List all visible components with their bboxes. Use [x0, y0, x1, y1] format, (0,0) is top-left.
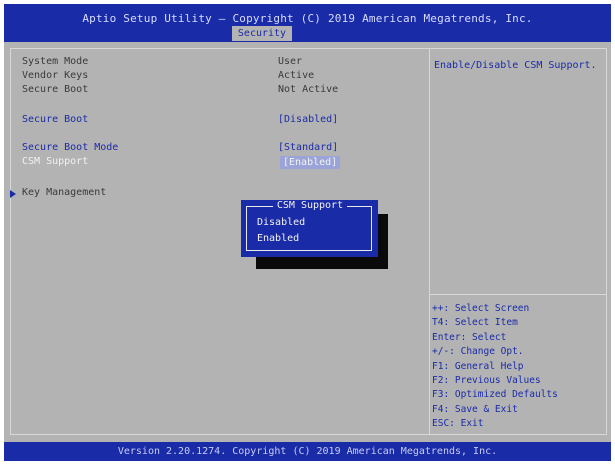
- csm-support-label[interactable]: CSM Support: [22, 156, 88, 167]
- key-management-item[interactable]: Key Management: [22, 187, 106, 198]
- popup-title-text: CSM Support: [272, 200, 348, 211]
- key-legend: ++: Select Screen T4: Select Item Enter:…: [432, 302, 558, 432]
- help-divider: [429, 294, 606, 295]
- key-hint: ESC: Exit: [432, 418, 484, 430]
- key-hint: Enter: Select: [432, 331, 507, 343]
- submenu-arrow-icon: [10, 190, 16, 198]
- secure-boot-label[interactable]: Secure Boot: [22, 114, 88, 125]
- system-mode-label: System Mode: [22, 56, 89, 67]
- popup-option-enabled[interactable]: Enabled: [257, 233, 299, 244]
- key-hint: F1: General Help: [432, 360, 524, 372]
- bios-screen: Aptio Setup Utility – Copyright (C) 2019…: [4, 4, 611, 461]
- popup-border: CSM Support Disabled Enabled: [246, 200, 372, 251]
- key-hint: F2: Previous Values: [432, 374, 541, 386]
- vendor-keys-value: Active: [278, 70, 315, 81]
- key-hint: F4: Save & Exit: [432, 403, 518, 415]
- app-title: Aptio Setup Utility – Copyright (C) 2019…: [82, 12, 533, 25]
- system-mode-value: User: [278, 56, 303, 67]
- popup-title: CSM Support: [247, 200, 373, 211]
- csm-support-popup: CSM Support Disabled Enabled: [241, 200, 378, 257]
- key-hint: +/-: Change Opt.: [432, 346, 524, 358]
- help-description: Enable/Disable CSM Support.: [434, 60, 597, 71]
- csm-support-value[interactable]: [Enabled]: [280, 156, 341, 169]
- key-hint: ++: Select Screen: [432, 303, 530, 314]
- secure-boot-mode-value[interactable]: [Standard]: [278, 142, 338, 153]
- secure-boot-mode-label[interactable]: Secure Boot Mode: [22, 142, 118, 153]
- tab-security[interactable]: Security: [232, 26, 292, 41]
- secure-boot-value[interactable]: [Disabled]: [278, 114, 338, 125]
- secure-boot-status-value: Not Active: [278, 84, 339, 95]
- key-hint: T4: Select Item: [432, 317, 518, 329]
- vendor-keys-label: Vendor Keys: [22, 70, 89, 81]
- secure-boot-status-label: Secure Boot: [22, 84, 89, 95]
- key-hint: F3: Optimized Defaults: [432, 389, 558, 401]
- popup-option-disabled[interactable]: Disabled: [257, 217, 305, 228]
- title-bar: Aptio Setup Utility – Copyright (C) 2019…: [4, 4, 611, 42]
- footer-version: Version 2.20.1274. Copyright (C) 2019 Am…: [4, 442, 611, 461]
